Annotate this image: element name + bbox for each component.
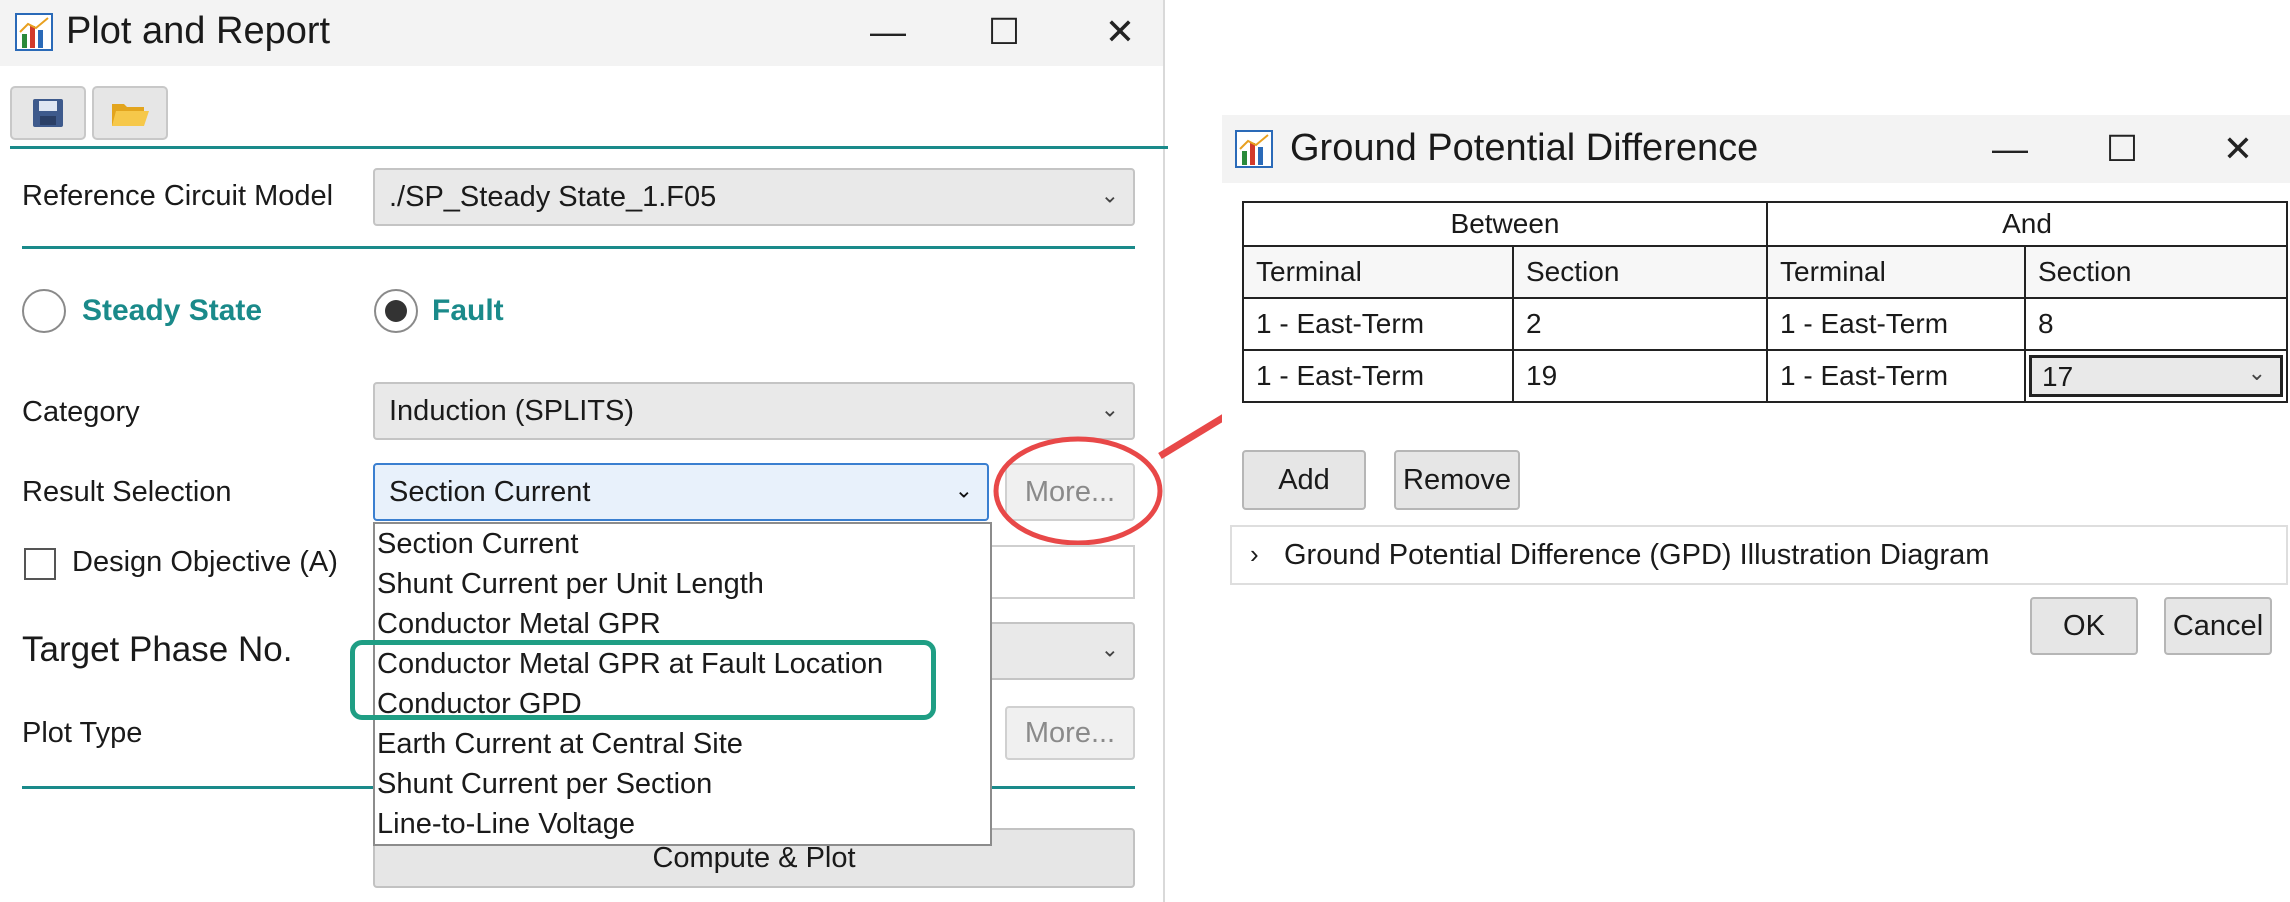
fault-label: Fault xyxy=(432,294,504,327)
column-header-terminal[interactable]: Terminal xyxy=(1766,245,2026,299)
close-button[interactable]: ✕ xyxy=(2208,119,2268,179)
table-row: 1 - East-Term 19 1 - East-Term 17 ⌄ xyxy=(1242,349,2288,403)
divider xyxy=(10,146,1168,149)
target-phase-combo[interactable]: ⌄ xyxy=(985,622,1135,680)
dropdown-item[interactable]: Shunt Current per Section xyxy=(375,768,712,801)
maximize-button[interactable]: ☐ xyxy=(2092,119,2152,179)
window-title: Ground Potential Difference xyxy=(1290,127,1759,169)
dropdown-item[interactable]: Section Current xyxy=(375,528,579,561)
chart-app-icon xyxy=(15,13,53,51)
dropdown-item[interactable]: Conductor Metal GPR xyxy=(375,608,661,641)
design-objective-input[interactable] xyxy=(985,545,1135,599)
gpd-diagram-expander[interactable]: › Ground Potential Difference (GPD) Illu… xyxy=(1230,525,2288,585)
table-cell[interactable]: 8 xyxy=(2024,297,2288,351)
gpd-table: Between And Terminal Section Terminal Se… xyxy=(1242,201,2288,403)
column-header-terminal[interactable]: Terminal xyxy=(1242,245,1514,299)
group-header-row: Between And xyxy=(1242,201,2288,247)
close-button[interactable]: ✕ xyxy=(1090,2,1150,62)
add-button[interactable]: Add xyxy=(1242,450,1366,510)
title-bar: Ground Potential Difference — ☐ ✕ xyxy=(1222,115,2290,183)
result-selection-combo[interactable]: Section Current ⌄ xyxy=(373,463,989,521)
fault-radio[interactable] xyxy=(374,289,418,333)
folder-open-icon xyxy=(112,104,149,126)
window-title: Plot and Report xyxy=(66,10,331,52)
open-button[interactable] xyxy=(92,86,168,140)
category-value: Induction (SPLITS) xyxy=(389,394,634,427)
group-header-between: Between xyxy=(1242,201,1768,247)
design-objective-label: Design Objective (A) xyxy=(72,546,338,578)
reference-circuit-value: ./SP_Steady State_1.F05 xyxy=(389,180,717,213)
divider xyxy=(22,246,1135,249)
plot-type-label: Plot Type xyxy=(22,717,143,749)
table-cell[interactable]: 1 - East-Term xyxy=(1766,349,2026,403)
chevron-down-icon: ⌄ xyxy=(1100,182,1119,208)
design-objective-checkbox[interactable] xyxy=(24,548,56,580)
save-button[interactable] xyxy=(10,86,86,140)
table-cell[interactable]: 19 xyxy=(1512,349,1768,403)
steady-state-label: Steady State xyxy=(82,294,263,327)
target-phase-label: Target Phase No. xyxy=(22,630,293,669)
section-combo-cell[interactable]: 17 ⌄ xyxy=(2024,349,2288,403)
dropdown-item[interactable]: Shunt Current per Unit Length xyxy=(375,568,764,601)
save-icon xyxy=(33,99,63,127)
reference-circuit-combo[interactable]: ./SP_Steady State_1.F05 ⌄ xyxy=(373,168,1135,226)
plot-type-more-button[interactable]: More... xyxy=(1005,706,1135,760)
chevron-down-icon: ⌄ xyxy=(1100,636,1119,662)
column-header-row: Terminal Section Terminal Section xyxy=(1242,245,2288,299)
highlight-box xyxy=(350,640,936,720)
callout-ellipse xyxy=(993,436,1163,546)
dropdown-item[interactable]: Earth Current at Central Site xyxy=(375,728,743,761)
remove-button[interactable]: Remove xyxy=(1394,450,1520,510)
table-cell[interactable]: 1 - East-Term xyxy=(1242,349,1514,403)
column-header-section[interactable]: Section xyxy=(1512,245,1768,299)
result-selection-value: Section Current xyxy=(389,475,591,508)
group-header-and: And xyxy=(1766,201,2288,247)
reference-circuit-label: Reference Circuit Model xyxy=(22,180,334,212)
minimize-button[interactable]: — xyxy=(1980,119,2040,179)
plot-and-report-window: Plot and Report — ☐ ✕ Reference Circuit … xyxy=(0,0,1168,902)
table-cell[interactable]: 2 xyxy=(1512,297,1768,351)
section-combo[interactable]: 17 ⌄ xyxy=(2029,355,2283,397)
dropdown-item[interactable]: Line-to-Line Voltage xyxy=(375,808,635,841)
table-row: 1 - East-Term 2 1 - East-Term 8 xyxy=(1242,297,2288,351)
cancel-button[interactable]: Cancel xyxy=(2164,597,2272,655)
chevron-right-icon: › xyxy=(1250,539,1259,569)
chart-app-icon xyxy=(1235,130,1273,168)
expander-label: Ground Potential Difference (GPD) Illust… xyxy=(1284,539,1990,571)
ground-potential-difference-window: Ground Potential Difference — ☐ ✕ Betwee… xyxy=(1222,115,2290,695)
ok-button[interactable]: OK xyxy=(2030,597,2138,655)
column-header-section[interactable]: Section xyxy=(2024,245,2288,299)
steady-state-radio[interactable] xyxy=(22,289,66,333)
chevron-down-icon: ⌄ xyxy=(1100,396,1119,422)
chevron-down-icon: ⌄ xyxy=(954,477,973,503)
title-bar: Plot and Report — ☐ ✕ xyxy=(0,0,1163,66)
table-cell[interactable]: 1 - East-Term xyxy=(1242,297,1514,351)
result-selection-label: Result Selection xyxy=(22,476,232,508)
maximize-button[interactable]: ☐ xyxy=(974,2,1034,62)
chevron-down-icon: ⌄ xyxy=(2247,360,2266,385)
table-cell[interactable]: 1 - East-Term xyxy=(1766,297,2026,351)
category-label: Category xyxy=(22,396,140,428)
section-combo-value: 17 xyxy=(2042,361,2074,392)
minimize-button[interactable]: — xyxy=(858,2,918,62)
